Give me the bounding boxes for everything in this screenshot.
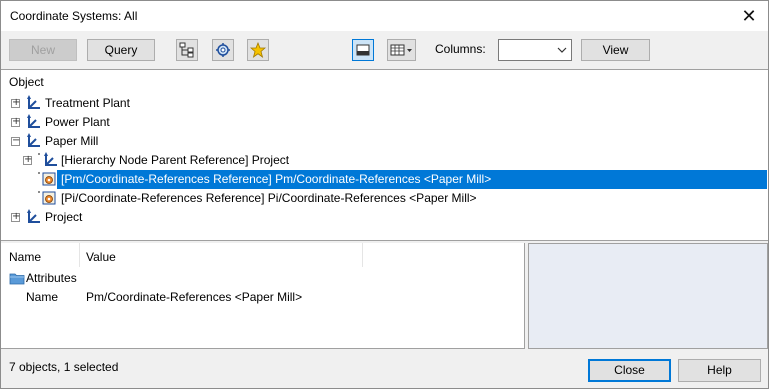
tree-item-project[interactable]: + Project xyxy=(1,208,768,227)
dialog-window: Coordinate Systems: All ✕ New Query Colu… xyxy=(0,0,769,389)
tree-header: Object xyxy=(9,75,44,89)
attributes-group-label: Attributes xyxy=(26,271,77,285)
title-bar: Coordinate Systems: All ✕ xyxy=(1,1,768,31)
column-divider[interactable] xyxy=(79,243,80,267)
close-button[interactable]: Close xyxy=(588,359,671,382)
column-header-name[interactable]: Name xyxy=(9,250,41,264)
pane-layout-icon xyxy=(356,44,370,56)
tree-item-treatment-plant[interactable]: + Treatment Plant xyxy=(1,94,768,113)
tree-item-label: Project xyxy=(45,210,83,224)
collapse-toggle[interactable]: − xyxy=(11,135,20,146)
filter-settings-button[interactable] xyxy=(212,39,234,61)
tree-item-label: [Pm/Coordinate-References Reference] Pm/… xyxy=(61,172,492,186)
star-icon xyxy=(250,42,266,58)
tree-item-label: Paper Mill xyxy=(45,134,99,148)
tree-item-hierarchy-parent-reference[interactable]: + [Hierarchy Node Parent Reference] Proj… xyxy=(1,151,768,170)
hierarchy-button[interactable] xyxy=(176,39,198,61)
close-window-button[interactable]: ✕ xyxy=(736,3,762,29)
attributes-group[interactable]: Attributes xyxy=(9,270,209,288)
coordinate-system-icon xyxy=(38,152,57,166)
reference-icon xyxy=(38,172,56,186)
columns-label: Columns: xyxy=(435,42,486,56)
view-button[interactable]: View xyxy=(581,39,650,61)
tree-item-pm-coordinate-references[interactable]: [Pm/Coordinate-References Reference] Pm/… xyxy=(1,170,768,189)
property-name: Name xyxy=(26,290,59,304)
reference-icon xyxy=(38,191,56,205)
tree-item-paper-mill[interactable]: − Paper Mill xyxy=(1,132,768,151)
tree-item-label: Power Plant xyxy=(45,115,110,129)
properties-grid[interactable]: Name Value Attributes Name Pm/Coordinate… xyxy=(1,243,525,349)
query-button[interactable]: Query xyxy=(87,39,155,61)
preview-pane xyxy=(528,243,768,349)
coordinate-system-icon xyxy=(27,95,40,109)
hierarchy-icon xyxy=(179,42,194,58)
coordinate-system-icon xyxy=(27,133,40,147)
expand-toggle[interactable]: + xyxy=(11,97,20,108)
tree-item-power-plant[interactable]: + Power Plant xyxy=(1,113,768,132)
tree-item-label: [Hierarchy Node Parent Reference] Projec… xyxy=(61,153,290,167)
filter-gear-icon xyxy=(216,43,230,57)
preview-pane-toggle[interactable] xyxy=(352,39,374,61)
favorites-button[interactable] xyxy=(247,39,269,61)
property-value: Pm/Coordinate-References <Paper Mill> xyxy=(86,290,303,304)
coordinate-system-icon xyxy=(27,209,40,223)
expand-toggle[interactable]: + xyxy=(11,116,20,127)
expand-toggle[interactable]: + xyxy=(23,154,32,165)
tree-item-pi-coordinate-references[interactable]: [Pi/Coordinate-References Reference] Pi/… xyxy=(1,189,768,208)
help-button[interactable]: Help xyxy=(678,359,761,382)
columns-combobox[interactable] xyxy=(498,39,572,61)
tree-item-label: [Pi/Coordinate-References Reference] Pi/… xyxy=(61,191,477,205)
chevron-down-icon xyxy=(557,47,567,53)
object-tree[interactable]: Object + Treatment Plant + Power Plant − xyxy=(1,69,768,241)
tree-item-label: Treatment Plant xyxy=(45,96,130,110)
folder-icon xyxy=(9,273,25,285)
column-header-value[interactable]: Value xyxy=(86,250,116,264)
new-button[interactable]: New xyxy=(9,39,77,61)
expand-toggle[interactable]: + xyxy=(11,211,20,222)
column-divider[interactable] xyxy=(362,243,363,267)
grid-view-icon xyxy=(390,44,412,56)
status-text: 7 objects, 1 selected xyxy=(9,360,119,374)
view-mode-dropdown[interactable] xyxy=(387,39,416,61)
window-title: Coordinate Systems: All xyxy=(10,9,138,23)
coordinate-system-icon xyxy=(27,114,40,128)
